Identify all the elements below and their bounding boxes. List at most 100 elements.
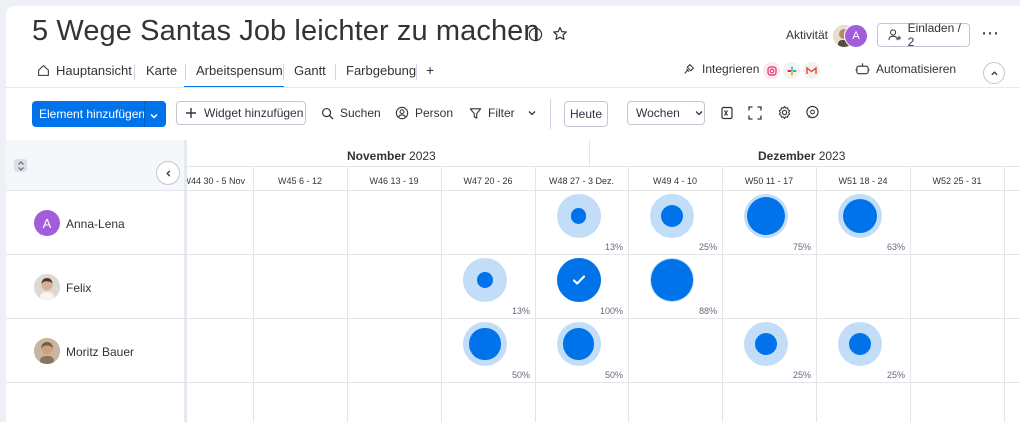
- week-column-divider: [535, 166, 536, 422]
- board-card: 5 Wege Santas Job leichter zu machen Akt…: [6, 6, 1020, 422]
- week-label: W47 20 - 26: [463, 176, 513, 186]
- workload-fill: [477, 272, 493, 288]
- tab-hauptansicht[interactable]: Hauptansicht: [56, 63, 132, 78]
- tab-gantt[interactable]: Gantt: [294, 63, 326, 78]
- person-filter-button[interactable]: Person: [395, 106, 453, 120]
- today-label: Heute: [569, 107, 603, 121]
- add-view-button[interactable]: +: [426, 62, 434, 78]
- settings-icon[interactable]: [777, 105, 792, 125]
- filter-button[interactable]: Filter: [469, 106, 537, 120]
- workload-percentage: 13%: [511, 306, 530, 316]
- row-divider: [6, 318, 1020, 319]
- add-item-label: Element hinzufügen: [39, 107, 146, 121]
- tab-farbgebung[interactable]: Farbgebung: [346, 63, 416, 78]
- week-column-divider: [253, 166, 254, 422]
- row-divider: [6, 382, 1020, 383]
- person-name[interactable]: Moritz Bauer: [66, 345, 134, 359]
- workload-percentage: 13%: [604, 242, 623, 252]
- invite-button[interactable]: Einladen / 2: [877, 21, 970, 49]
- plus-icon: [186, 108, 196, 118]
- collapse-panel-button[interactable]: [156, 161, 180, 185]
- week-label: W44 30 - 5 Nov.: [187, 176, 245, 186]
- board-title[interactable]: 5 Wege Santas Job leichter zu machen: [32, 15, 540, 48]
- tabs-divider: [6, 87, 1020, 88]
- integrate-icon: [684, 63, 695, 74]
- activity-avatar-letter: A: [844, 24, 868, 48]
- week-label: W49 4 - 10: [652, 176, 698, 186]
- month-row-divider: [187, 166, 1020, 167]
- workload-percentage: 25%: [792, 370, 811, 380]
- person-name[interactable]: Felix: [66, 281, 91, 295]
- tab-karte[interactable]: Karte: [146, 63, 177, 78]
- workload-fill: [562, 328, 595, 360]
- workload-fill: [651, 259, 693, 301]
- scale-dropdown[interactable]: Wochen: [627, 101, 705, 125]
- tab-divider: [185, 64, 186, 80]
- workload-fill: [469, 328, 501, 360]
- robot-icon: [855, 63, 870, 75]
- workload-percentage: 100%: [599, 306, 623, 316]
- person-label: Person: [415, 106, 454, 120]
- add-item-divider: [144, 101, 145, 127]
- workload-fill: [570, 208, 587, 224]
- workload-fill: [849, 333, 871, 355]
- toolbar-divider: [550, 99, 551, 129]
- week-label: W45 6 - 12: [277, 176, 323, 186]
- add-item-button[interactable]: Element hinzufügen: [32, 101, 166, 127]
- tab-arbeitspensum[interactable]: Arbeitspensum: [196, 63, 283, 78]
- chevron-up-icon: [990, 70, 998, 75]
- activity-label[interactable]: Aktivität: [786, 28, 828, 42]
- sort-icon[interactable]: [14, 159, 27, 172]
- week-header-divider: [6, 190, 1020, 191]
- week-column-divider: [441, 166, 442, 422]
- search-label: Suchen: [340, 106, 381, 120]
- add-widget-label: Widget hinzufügen: [204, 106, 304, 120]
- week-column-divider: [910, 166, 911, 422]
- week-label: W46 13 - 19: [369, 176, 419, 186]
- workload-percentage: 25%: [886, 370, 905, 380]
- more-options-icon[interactable]: ⋯: [981, 23, 999, 44]
- integrate-label: Integrieren: [702, 62, 760, 76]
- check-icon: [572, 275, 585, 285]
- week-label: W52 25 - 31: [932, 176, 982, 186]
- fullscreen-icon[interactable]: [748, 106, 762, 125]
- add-widget-button[interactable]: Widget hinzufügen: [176, 101, 306, 125]
- month-label-november: November 2023: [347, 149, 436, 163]
- month-divider: [589, 140, 590, 166]
- star-icon[interactable]: [551, 25, 569, 43]
- avatar-anna-lena[interactable]: A: [34, 210, 60, 236]
- automate-button[interactable]: Automatisieren: [855, 62, 956, 76]
- week-label: W50 11 - 17: [744, 176, 794, 186]
- chevron-down-icon: [528, 111, 536, 116]
- chevron-down-icon: [695, 111, 703, 116]
- workload-fill: [746, 196, 786, 236]
- excel-export-icon[interactable]: [720, 106, 734, 125]
- workload-percentage: 50%: [604, 370, 623, 380]
- week-label: W48 27 - 3 Dez.: [548, 176, 615, 186]
- avatar-moritz-bauer[interactable]: [34, 338, 60, 364]
- workload-full-indicator: [556, 258, 601, 302]
- chevron-down-icon[interactable]: [149, 109, 159, 124]
- person-name[interactable]: Anna-Lena: [66, 217, 125, 231]
- workload-percentage: 75%: [792, 242, 811, 252]
- home-icon: [37, 64, 50, 82]
- avatar-felix[interactable]: [34, 274, 60, 300]
- tab-divider: [335, 64, 336, 80]
- week-column-divider: [722, 166, 723, 422]
- workload-fill: [755, 333, 777, 355]
- week-column-divider: [628, 166, 629, 422]
- week-column-divider: [1004, 166, 1005, 422]
- workload-fill: [661, 205, 683, 227]
- info-icon[interactable]: [527, 26, 543, 42]
- week-label: W51 18 - 24: [838, 176, 888, 186]
- today-button[interactable]: Heute: [564, 101, 608, 127]
- collapse-header-button[interactable]: [983, 62, 1005, 84]
- workload-percentage: 25%: [698, 242, 717, 252]
- automate-label: Automatisieren: [876, 62, 957, 76]
- search-button[interactable]: Suchen: [321, 106, 381, 120]
- feedback-icon[interactable]: [805, 105, 820, 125]
- week-column-divider: [347, 166, 348, 422]
- workload-percentage: 63%: [886, 242, 905, 252]
- integrate-button[interactable]: Integrieren: [682, 62, 759, 76]
- person-icon: [395, 106, 409, 120]
